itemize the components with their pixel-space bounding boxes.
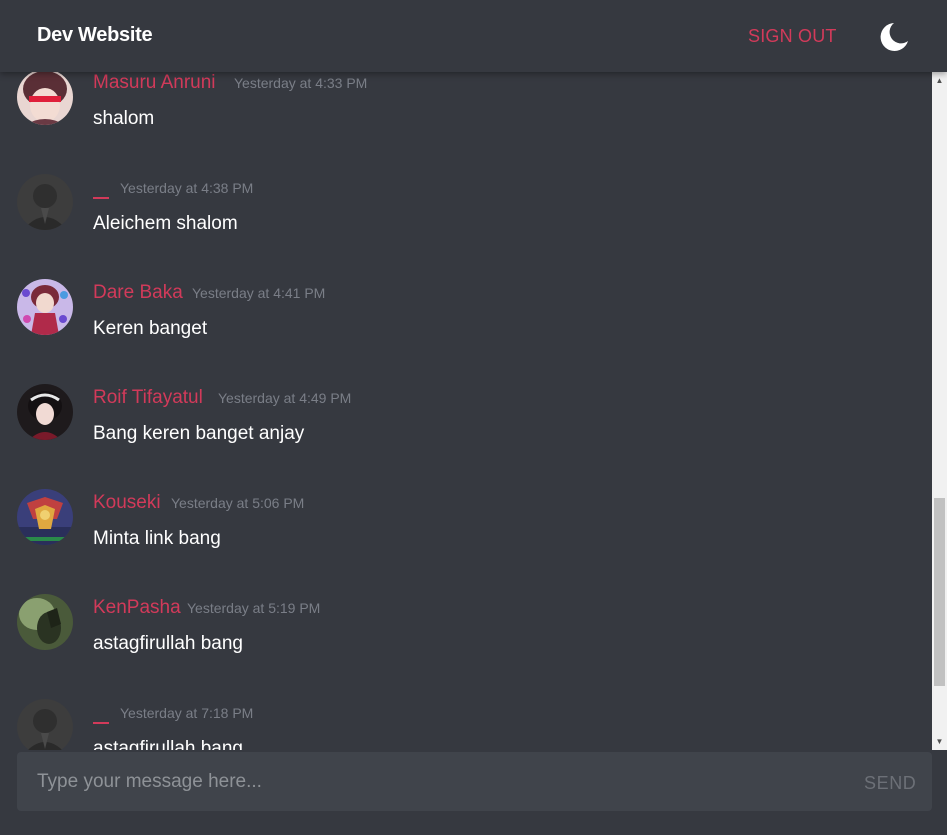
scroll-up-icon[interactable]: ▲ [932, 72, 947, 89]
sign-out-button[interactable]: SIGN OUT [748, 26, 837, 47]
message-text: Bang keren banget anjay [93, 423, 305, 444]
avatar [17, 594, 73, 650]
message-username[interactable]: KenPasha [93, 597, 181, 619]
message-item: Roif Tifayatul Yesterday at 4:49 PM Bang… [0, 377, 932, 482]
avatar [17, 384, 73, 440]
message-username[interactable]: Dare Baka [93, 282, 183, 304]
chat-scrollbar[interactable]: ▲ ▼ [932, 72, 947, 750]
message-text: Aleichem shalom [93, 213, 238, 234]
message-timestamp: Yesterday at 5:19 PM [187, 600, 321, 616]
message-timestamp: Yesterday at 4:33 PM [234, 75, 368, 91]
scrollbar-thumb[interactable] [934, 498, 945, 686]
message-text: Keren banget [93, 318, 208, 339]
top-navbar: Dev Website SIGN OUT [0, 0, 947, 72]
message-username[interactable] [93, 722, 109, 724]
message-text: Minta link bang [93, 528, 221, 549]
message-username[interactable]: Masuru Anruni [93, 72, 216, 94]
message-timestamp: Yesterday at 4:38 PM [120, 180, 254, 196]
message-text: astagfirullah bang [93, 738, 243, 750]
message-timestamp: Yesterday at 5:06 PM [171, 495, 305, 511]
message-timestamp: Yesterday at 4:41 PM [192, 285, 326, 301]
send-button[interactable]: SEND [864, 773, 916, 794]
message-item: Masuru Anruni Yesterday at 4:33 PM shalo… [0, 72, 932, 167]
message-timestamp: Yesterday at 4:49 PM [218, 390, 352, 406]
avatar [17, 279, 73, 335]
message-timestamp: Yesterday at 7:18 PM [120, 705, 254, 721]
avatar [17, 72, 73, 125]
message-text: shalom [93, 108, 155, 129]
message-text: astagfirullah bang [93, 633, 243, 654]
message-username[interactable]: Roif Tifayatul [93, 387, 203, 409]
message-username[interactable] [93, 197, 109, 199]
message-item: Kouseki Yesterday at 5:06 PM Minta link … [0, 482, 932, 587]
moon-icon[interactable] [874, 19, 910, 55]
message-composer: SEND [17, 752, 932, 811]
message-username[interactable]: Kouseki [93, 492, 161, 514]
avatar [17, 174, 73, 230]
avatar [17, 489, 73, 545]
avatar [17, 699, 73, 750]
message-item: Dare Baka Yesterday at 4:41 PM Keren ban… [0, 272, 932, 377]
message-item: Yesterday at 7:18 PM astagfirullah bang [0, 692, 932, 750]
message-item: Yesterday at 4:38 PM Aleichem shalom [0, 167, 932, 272]
brand-title[interactable]: Dev Website [37, 24, 153, 47]
message-input[interactable] [37, 766, 817, 798]
message-item: KenPasha Yesterday at 5:19 PM astagfirul… [0, 587, 932, 692]
message-list[interactable]: Masuru Anruni Yesterday at 4:33 PM shalo… [0, 72, 932, 750]
scroll-down-icon[interactable]: ▼ [932, 733, 947, 750]
